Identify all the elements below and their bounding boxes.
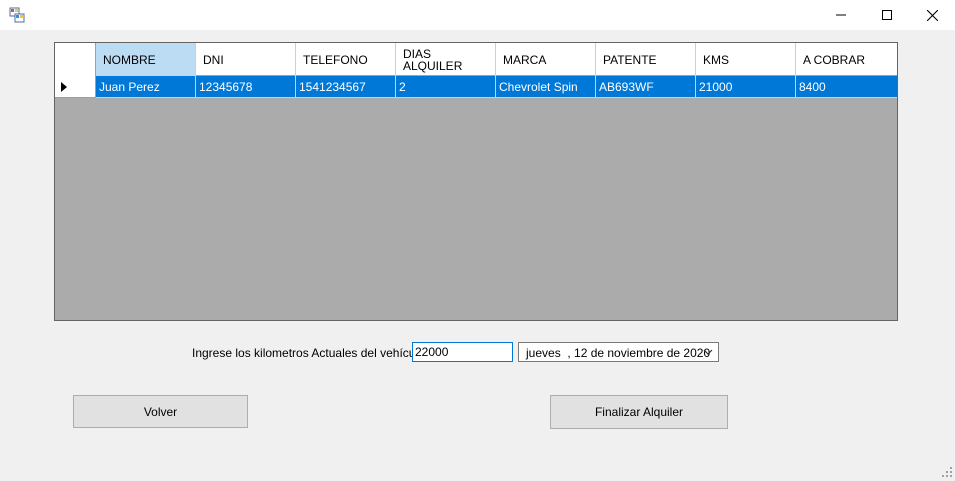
column-header-dias-alquiler[interactable]: DIAS ALQUILER xyxy=(396,43,496,76)
finalizar-alquiler-button[interactable]: Finalizar Alquiler xyxy=(550,395,728,429)
cell-patente[interactable]: AB693WF xyxy=(596,76,696,98)
cell-a-cobrar[interactable]: 8400 xyxy=(796,76,897,98)
close-icon xyxy=(926,9,938,21)
minimize-icon xyxy=(836,14,846,16)
maximize-button[interactable] xyxy=(864,0,910,30)
cell-dni[interactable]: 12345678 xyxy=(196,76,296,98)
grid-header: NOMBRE DNI TELEFONO DIAS ALQUILER MARCA … xyxy=(55,43,897,76)
minimize-button[interactable] xyxy=(818,0,864,30)
column-header-a-cobrar[interactable]: A COBRAR xyxy=(796,43,897,76)
date-picker[interactable]: jueves , 12 de noviembre de 2020 xyxy=(518,342,719,362)
column-header-dni[interactable]: DNI xyxy=(196,43,296,76)
cell-marca[interactable]: Chevrolet Spin xyxy=(496,76,596,98)
resize-grip-icon[interactable] xyxy=(942,467,953,478)
cell-dias-alquiler[interactable]: 2 xyxy=(396,76,496,98)
column-header-kms[interactable]: KMS xyxy=(696,43,796,76)
cell-telefono[interactable]: 1541234567 xyxy=(296,76,396,98)
rentals-data-grid[interactable]: NOMBRE DNI TELEFONO DIAS ALQUILER MARCA … xyxy=(54,42,898,321)
maximize-icon xyxy=(882,10,892,20)
km-input[interactable] xyxy=(412,342,513,362)
volver-button[interactable]: Volver xyxy=(73,395,248,428)
close-button[interactable] xyxy=(909,0,955,30)
date-value: jueves , 12 de noviembre de 2020 xyxy=(526,346,711,360)
row-header[interactable] xyxy=(55,76,96,98)
cell-nombre[interactable]: Juan Perez xyxy=(96,76,196,98)
current-row-arrow-icon xyxy=(61,82,67,92)
app-icon xyxy=(9,7,25,23)
column-header-telefono[interactable]: TELEFONO xyxy=(296,43,396,76)
chevron-down-icon xyxy=(703,349,713,355)
column-header-nombre[interactable]: NOMBRE xyxy=(96,43,196,76)
column-header-marca[interactable]: MARCA xyxy=(496,43,596,76)
title-bar xyxy=(0,0,955,30)
column-header-patente[interactable]: PATENTE xyxy=(596,43,696,76)
grid-corner-header[interactable] xyxy=(55,43,96,76)
table-row[interactable]: Juan Perez 12345678 1541234567 2 Chevrol… xyxy=(55,76,897,98)
km-label: Ingrese los kilometros Actuales del vehí… xyxy=(192,346,429,360)
cell-kms[interactable]: 21000 xyxy=(696,76,796,98)
